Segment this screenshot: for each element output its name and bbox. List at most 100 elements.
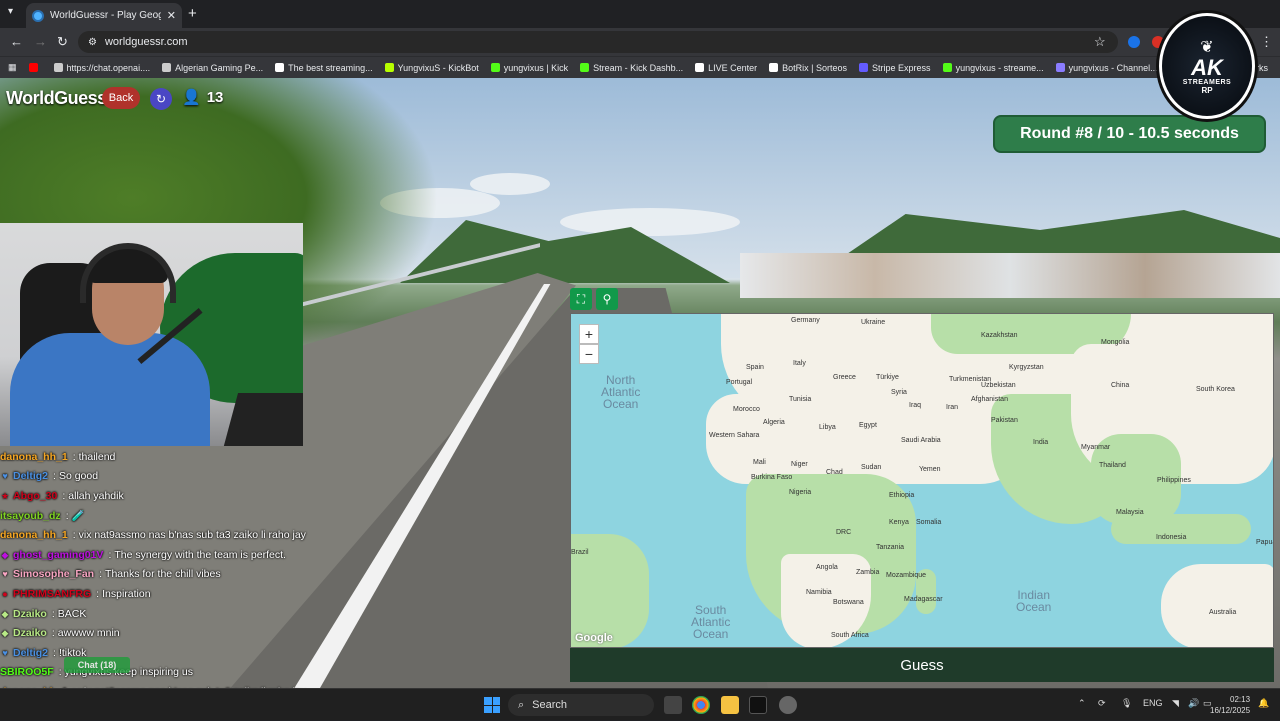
country-label: Sudan xyxy=(861,464,882,471)
country-label: Greece xyxy=(833,374,856,381)
bookmark-label: The best streaming... xyxy=(288,62,373,73)
chat-overlay: danona_hh_1: thailend ♥ Deltig2: So good ★ Abg… xyxy=(0,447,360,718)
taskbar-search[interactable]: ⌕ Search xyxy=(508,694,654,716)
expand-map-icon[interactable]: ⛶ xyxy=(570,288,592,310)
language-indicator[interactable]: ENG xyxy=(1143,698,1163,708)
chat-username[interactable]: Dzaiko xyxy=(13,627,47,639)
browser-tab[interactable]: WorldGuessr - Play Geoguessr Free ✕ xyxy=(26,3,182,28)
country-label: Kenya xyxy=(889,519,909,526)
bookmark-label: BotRix | Sorteos xyxy=(782,62,848,73)
bookmark-item[interactable]: yungvixus - Channel... xyxy=(1055,63,1158,73)
notification-bell-icon[interactable]: 🔔 xyxy=(1258,698,1269,709)
country-label: Saudi Arabia xyxy=(901,437,941,444)
country-label: Myanmar xyxy=(1081,444,1111,451)
chat-username[interactable]: SBIROO5F xyxy=(0,666,54,678)
apps-grid-icon[interactable]: ▦ xyxy=(8,62,17,73)
system-clock[interactable]: 02:13 16/12/2025 xyxy=(1210,694,1250,716)
app-icon[interactable] xyxy=(779,696,797,714)
clock-date: 16/12/2025 xyxy=(1210,706,1251,715)
chat-text: vix nat9assmo nas b'nas sub ta3 zaiko li… xyxy=(78,529,306,542)
microphone-icon[interactable]: 🎙 xyxy=(1121,698,1132,709)
bookmark-favicon-icon xyxy=(53,63,63,72)
zoom-out-button[interactable]: − xyxy=(579,344,599,364)
back-button[interactable]: Back xyxy=(102,87,140,109)
chat-username[interactable]: Dzaiko xyxy=(13,608,47,620)
terminal-icon[interactable] xyxy=(749,696,767,714)
file-explorer-icon[interactable] xyxy=(721,696,739,714)
site-info-icon[interactable]: ⚙ xyxy=(88,37,97,48)
chat-username[interactable]: itsayoub_dz xyxy=(0,510,61,522)
tray-chevron-icon[interactable]: ⌃ xyxy=(1078,698,1086,709)
close-tab-icon[interactable]: ✕ xyxy=(167,9,176,22)
bookmark-item[interactable]: YungvixuS - KickBot xyxy=(384,63,479,73)
streamer-logo-sub: STREAMERS xyxy=(1182,79,1232,86)
country-label: Iraq xyxy=(909,402,922,409)
zoom-in-button[interactable]: + xyxy=(579,324,599,344)
bookmark-item[interactable]: yungvixus | Kick xyxy=(490,63,568,73)
bookmark-item[interactable]: BotRix | Sorteos xyxy=(769,63,847,73)
country-label: South Korea xyxy=(1196,386,1235,393)
bookmark-item[interactable]: https://chat.openai.... xyxy=(53,62,151,73)
country-label: Australia xyxy=(1209,609,1237,616)
webcam-overlay xyxy=(0,223,303,446)
refresh-icon[interactable]: ↻ xyxy=(150,88,172,110)
bookmark-item[interactable] xyxy=(28,63,42,72)
bookmark-item[interactable]: Stream - Kick Dashb... xyxy=(580,63,683,73)
chat-username[interactable]: Deltig2 xyxy=(13,470,48,482)
streamer-logo: ❦ AK STREAMERS RP xyxy=(1156,10,1258,122)
browser-menu-icon[interactable]: ⋮ xyxy=(1260,34,1273,50)
guess-map[interactable]: + − North Atlantic Ocean South Atlantic … xyxy=(570,313,1274,648)
bookmark-item[interactable]: Algerian Gaming Pe... xyxy=(162,63,263,73)
forward-arrow-icon[interactable]: → xyxy=(34,34,47,49)
country-label: Namibia xyxy=(806,589,832,596)
url-bar[interactable]: ⚙ worldguessr.com xyxy=(78,31,1118,53)
country-label: China xyxy=(1111,382,1130,389)
windows-start-icon[interactable] xyxy=(484,697,500,713)
extension-icon[interactable] xyxy=(1128,36,1140,48)
chat-username[interactable]: Abgo_30 xyxy=(13,490,57,502)
country-label: Tanzania xyxy=(876,544,905,551)
bookmark-star-icon[interactable]: ☆ xyxy=(1094,34,1106,50)
wifi-icon[interactable]: ◥ xyxy=(1172,698,1179,709)
country-label: Türkiye xyxy=(876,374,899,381)
streamer-logo-inner: ❦ AK STREAMERS RP xyxy=(1162,16,1252,116)
country-label: Afghanistan xyxy=(971,396,1008,403)
cloud xyxy=(470,173,550,195)
chat-username[interactable]: ghost_gaming01V xyxy=(13,549,103,561)
chat-username[interactable]: PHRIMSANFRG xyxy=(13,588,91,600)
chat-username[interactable]: danona_hh_1 xyxy=(0,529,68,541)
country-label: Malaysia xyxy=(1116,509,1144,516)
bookmark-favicon-icon xyxy=(275,63,285,72)
chat-username[interactable]: danona_hh_1 xyxy=(0,451,68,463)
chat-username[interactable]: Deltig2 xyxy=(13,647,48,659)
chat-text: thailend xyxy=(78,450,116,463)
pin-map-icon[interactable]: ⚲ xyxy=(596,288,618,310)
country-label: Brazil xyxy=(571,549,589,556)
game-logo[interactable]: WorldGuessr xyxy=(6,88,114,109)
chat-text: awwww mnin xyxy=(57,627,120,640)
reload-icon[interactable]: ↻ xyxy=(57,34,68,50)
bookmark-item[interactable]: The best streaming... xyxy=(275,63,373,73)
country-label: Western Sahara xyxy=(709,432,760,439)
volume-icon[interactable]: 🔊 xyxy=(1188,698,1199,709)
tray-sync-icon[interactable]: ⟳ xyxy=(1098,698,1106,709)
back-arrow-icon[interactable]: ← xyxy=(10,34,23,49)
chat-text: The synergy with the team is perfect. xyxy=(114,548,286,561)
bookmark-item[interactable]: LIVE Center xyxy=(695,63,757,73)
tab-list-icon[interactable]: ▾ xyxy=(8,6,13,17)
ocean-label: Indian Ocean xyxy=(1016,588,1052,614)
bookmark-item[interactable]: yungvixus - streame... xyxy=(942,63,1044,73)
chat-separator: : xyxy=(65,509,69,522)
chat-separator: : xyxy=(72,450,76,463)
chat-username[interactable]: Simosophe_Fan xyxy=(13,568,94,580)
new-tab-icon[interactable]: + xyxy=(188,5,197,22)
chrome-icon[interactable] xyxy=(692,696,710,714)
task-view-icon[interactable] xyxy=(664,696,682,714)
chat-badge-icon: ♥ xyxy=(2,569,8,580)
chat-separator: : xyxy=(58,666,62,679)
streamer-logo-text: AK xyxy=(1191,55,1223,80)
bookmark-item[interactable]: Stripe Express xyxy=(859,63,931,73)
chat-separator: : xyxy=(53,470,56,483)
guess-button[interactable]: Guess xyxy=(570,648,1274,682)
bookmark-label: https://chat.openai.... xyxy=(66,62,151,73)
